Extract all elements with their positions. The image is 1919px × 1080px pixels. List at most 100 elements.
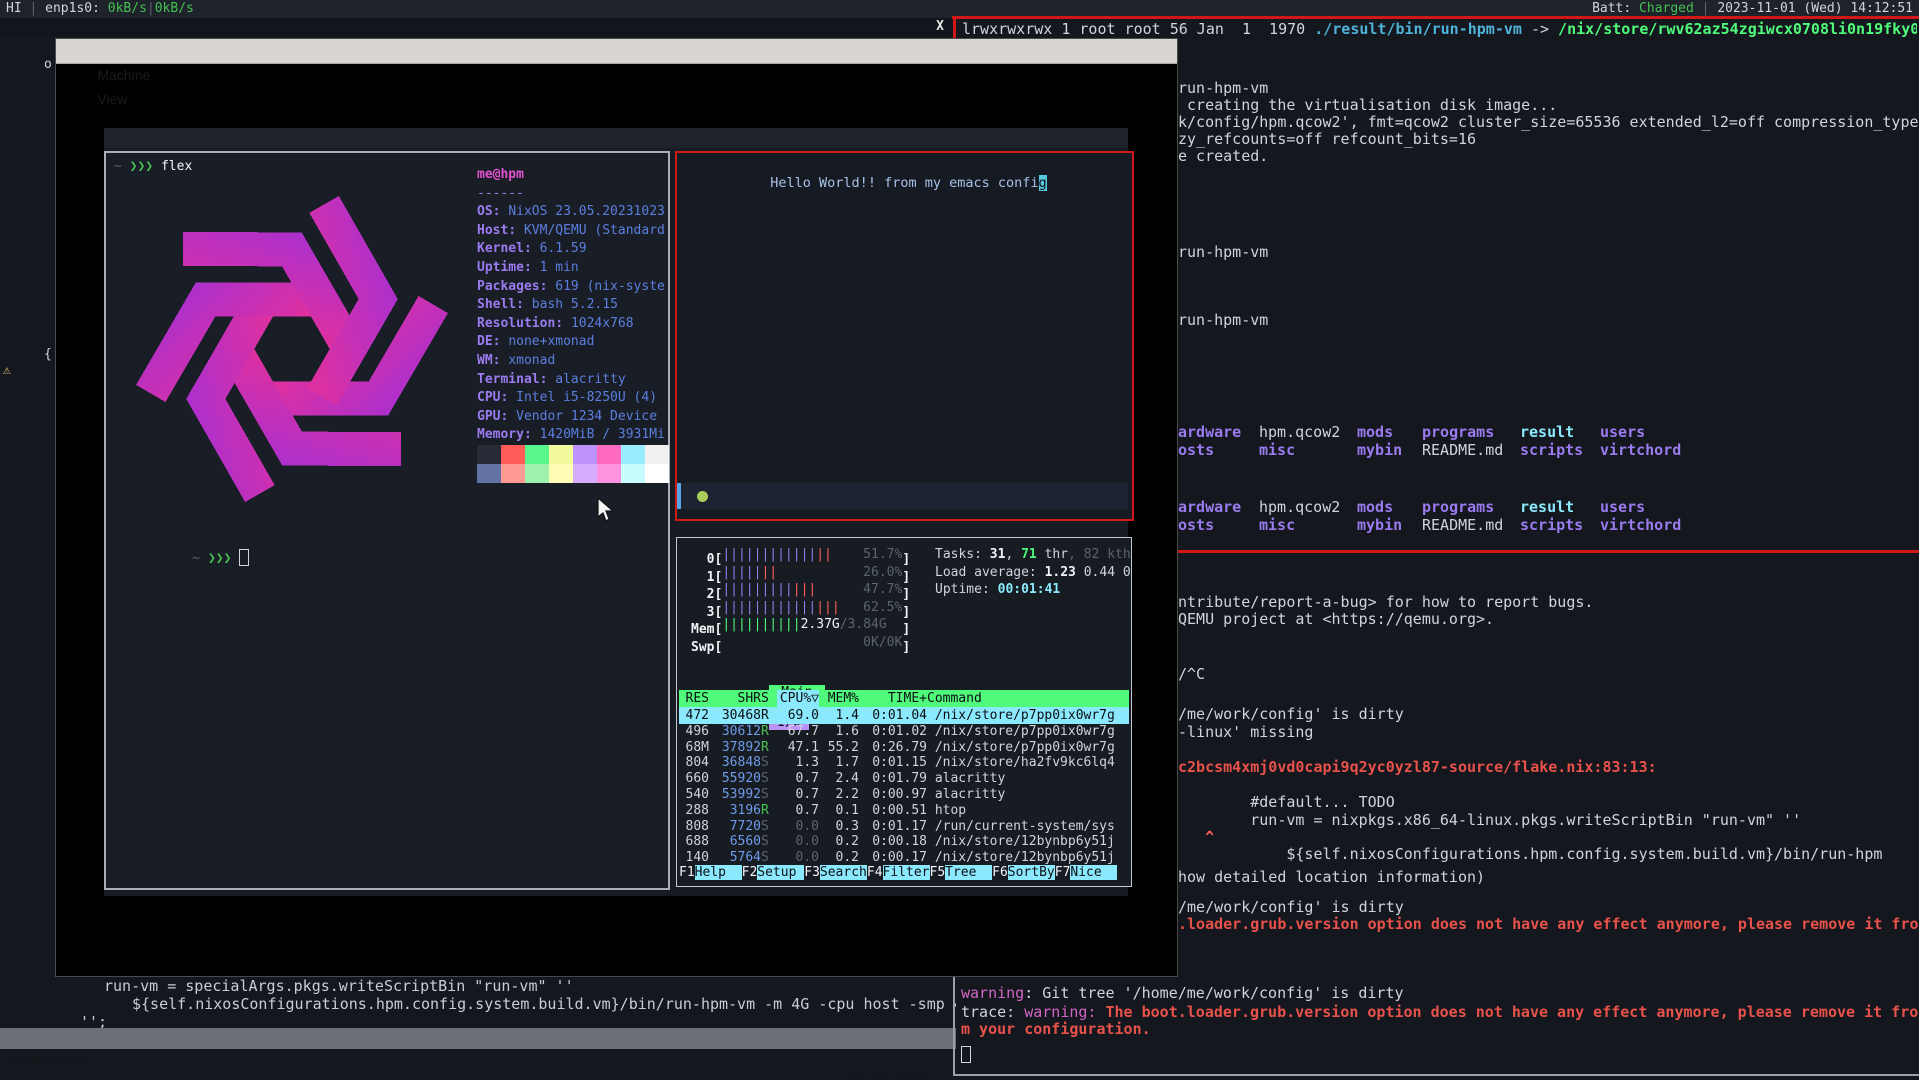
menu-view[interactable]: View (97, 91, 127, 107)
terminal-output-line: e created. (1178, 148, 1268, 165)
stray-glyph: o (44, 57, 52, 72)
palette-swatch (501, 445, 525, 464)
fkey-number: F4 (867, 865, 883, 880)
fastfetch-line: Shell: bash 5.2.15 (477, 297, 618, 312)
terminal-output-line: /me/work/config' is dirty (1178, 899, 1404, 916)
symlink-listing-line: lrwxrwxrwx 1 root root 56 Jan 1 1970 ./r… (962, 21, 1917, 38)
fkey-action[interactable]: Setup (757, 865, 804, 880)
fastfetch-line: Host: KVM/QEMU (Standard (477, 223, 665, 238)
terminal-output-line: osts (1178, 517, 1214, 534)
fkey-action[interactable]: Help (695, 865, 742, 880)
pane-border-left-bottom (953, 975, 955, 1076)
terminal-output-line: hpm.qcow2 (1259, 499, 1340, 516)
terminal-output-line: README.md (1422, 442, 1503, 459)
nixos-logo (112, 179, 472, 519)
modeline-accent-bar (677, 483, 681, 509)
fkey-number: F2 (742, 865, 758, 880)
terminal-output-line: mods (1357, 424, 1393, 441)
terminal-output-line: c2bcsm4xmj0vd0capi9q2yc0yzl87-source/fla… (1178, 759, 1657, 776)
terminal-output-line: users (1600, 424, 1645, 441)
terminal-output-line: osts (1178, 442, 1214, 459)
terminal-output-line: hpm.qcow2 (1259, 424, 1340, 441)
editor-modeline: flake.nix 84,96-104 75% (0, 1028, 956, 1049)
terminal-output-line: virtchord (1600, 442, 1681, 459)
palette-swatch (501, 464, 525, 483)
terminal-output-line: mybin (1357, 517, 1402, 534)
code-line: ${self.nixosConfigurations.hpm.config.sy… (132, 995, 956, 1013)
fastfetch-line: DE: none+xmonad (477, 334, 594, 349)
palette-swatch (477, 445, 501, 464)
palette-swatch (573, 445, 597, 464)
terminal-output-line: /me/work/config' is dirty (1178, 706, 1404, 723)
terminal-output-line: scripts (1520, 517, 1583, 534)
fkey-number: F5 (930, 865, 946, 880)
palette-swatch (597, 464, 621, 483)
mouse-cursor-icon (596, 498, 616, 524)
terminal-output-line: warning: Git tree '/home/me/work/config'… (961, 985, 1404, 1002)
terminal-output-line: scripts (1520, 442, 1583, 459)
vm-terminal-window[interactable]: ~ ❯❯❯ flex (104, 151, 670, 890)
shell-cursor (239, 549, 249, 566)
palette-swatch (573, 464, 597, 483)
palette-swatch (621, 464, 645, 483)
code-line: run-vm = specialArgs.pkgs.writeScriptBin… (104, 977, 574, 995)
terminal-output-line: ntribute/report-a-bug> for how to report… (1178, 594, 1593, 611)
modeline-filename: flake.nix (10, 1049, 86, 1070)
terminal-output-line: misc (1259, 517, 1295, 534)
terminal-output-line: QEMU project at <https://qemu.org>. (1178, 611, 1494, 628)
terminal-output-line: mybin (1357, 442, 1402, 459)
right-terminal-pane[interactable]: lrwxrwxrwx 1 root root 56 Jan 1 1970 ./r… (956, 18, 1919, 1080)
terminal-output-line: /^C (1178, 666, 1205, 683)
shell-prompt-current: ~ ❯❯❯ (114, 534, 249, 581)
fastfetch-line: me@hpm (477, 167, 524, 182)
fkey-action[interactable]: Search (820, 865, 867, 880)
terminal-output-line: zy_refcounts=off refcount_bits=16 (1178, 131, 1476, 148)
buffer-state-icon (697, 491, 708, 502)
palette-swatch (645, 445, 669, 464)
fastfetch-line: Resolution: 1024x768 (477, 316, 634, 331)
fastfetch-line: WM: xmonad (477, 353, 555, 368)
terminal-output-line: how detailed location information) (1178, 869, 1485, 886)
terminal-output-line: trace: warning: The boot.loader.grub.ver… (961, 1004, 1918, 1021)
fastfetch-line: Packages: 619 (nix-syste (477, 279, 665, 294)
shell-prompt-ran: ~ ❯❯❯ flex (114, 159, 192, 174)
terminal-output-line: users (1600, 499, 1645, 516)
fastfetch-line: CPU: Intel i5-8250U (4) (477, 390, 657, 405)
terminal-output-line: -linux' missing (1178, 724, 1313, 741)
stray-glyph: { (44, 347, 52, 362)
modeline-position: 84,96-104 (848, 1070, 924, 1080)
terminal-output-line: result (1520, 424, 1574, 441)
terminal-output-line: mods (1357, 499, 1393, 516)
network-status: HI | enp1s0: 0kB/s|0kB/s (6, 0, 194, 18)
palette-swatch (477, 464, 501, 483)
tab-bar: flake.nix b/main.nix b/hpm.nix u/m/defau… (0, 18, 956, 35)
terminal-output-line: programs (1422, 424, 1494, 441)
terminal-output-line: ardware (1178, 499, 1241, 516)
terminal-output-line: README.md (1422, 517, 1503, 534)
fastfetch-line: Memory: 1420MiB / 3931Mi (477, 427, 665, 442)
terminal-output-line: misc (1259, 442, 1295, 459)
fastfetch-line: ------ (477, 186, 524, 201)
fastfetch-line: OS: NixOS 23.05.20231023 (477, 204, 665, 219)
terminal-output-line: k/config/hpm.qcow2', fmt=qcow2 cluster_s… (1178, 114, 1919, 131)
fkey-action[interactable]: Filter (883, 865, 930, 880)
terminal-output-line: programs (1422, 499, 1494, 516)
terminal-output-line: run-vm = nixpkgs.x86_64-linux.pkgs.write… (1178, 812, 1801, 829)
htop-meter: Swp[0K/0K] (691, 634, 910, 656)
fastfetch-line: Uptime: 1 min (477, 260, 579, 275)
close-icon[interactable]: X (936, 18, 944, 35)
fkey-number: F3 (804, 865, 820, 880)
palette-row (477, 464, 669, 487)
terminal-output-line: ${self.nixosConfigurations.hpm.config.sy… (1178, 846, 1882, 863)
terminal-output-line: ^ (1178, 829, 1214, 846)
terminal-output-line: run-hpm-vm (1178, 312, 1268, 329)
terminal-output-line: virtchord (1600, 517, 1681, 534)
menu-machine[interactable]: Machine (97, 67, 150, 83)
palette-swatch (597, 445, 621, 464)
palette-swatch (549, 445, 573, 464)
terminal-output-line: m your configuration. (961, 1021, 1151, 1038)
terminal-output-line: #default... TODO (1178, 794, 1395, 811)
palette-swatch (621, 445, 645, 464)
palette-swatch (525, 464, 549, 483)
terminal-output-line: creating the virtualisation disk image..… (1178, 97, 1557, 114)
